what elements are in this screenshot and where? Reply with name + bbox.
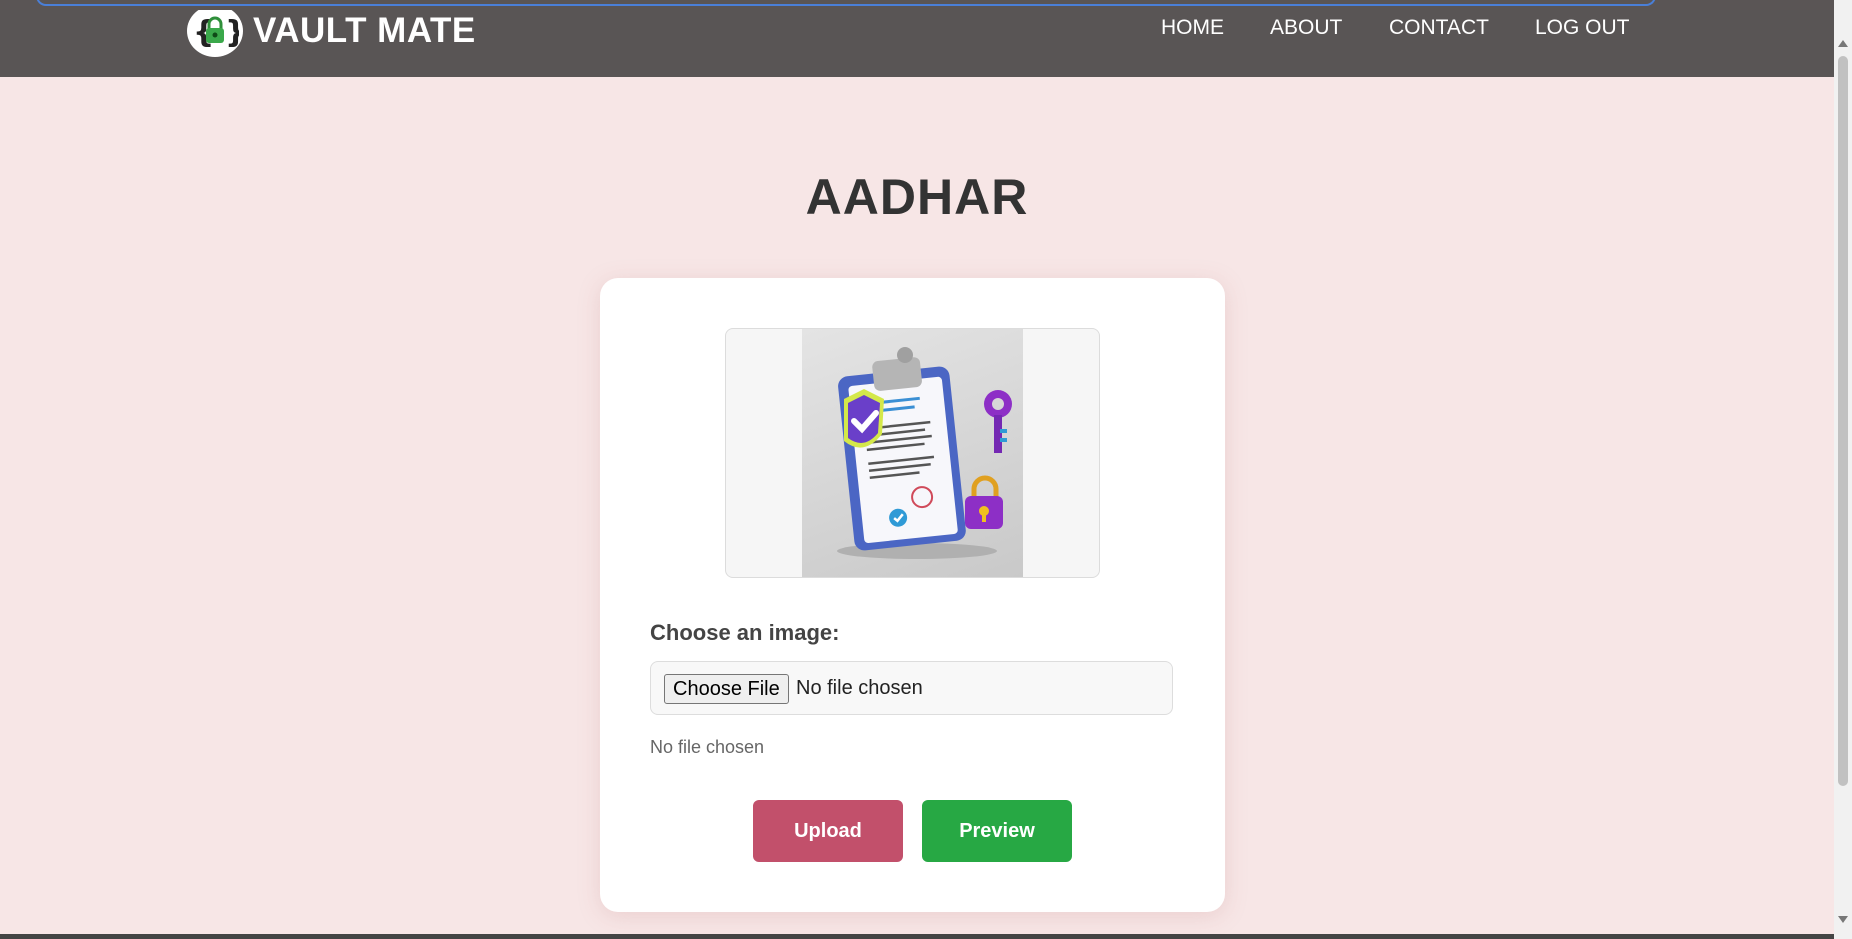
upload-card: Choose an image: Choose File No file cho…	[600, 278, 1225, 912]
image-preview-box	[725, 328, 1100, 578]
nav-logout-link[interactable]: LOG OUT	[1535, 16, 1630, 40]
nav-contact-link[interactable]: CONTACT	[1389, 16, 1489, 40]
nav-home-link[interactable]: HOME	[1161, 16, 1224, 40]
window-bottom-edge	[0, 934, 1834, 939]
scroll-down-arrow-icon[interactable]	[1838, 916, 1848, 923]
focus-ring	[36, 0, 1656, 6]
preview-button[interactable]: Preview	[922, 800, 1072, 862]
nav-about-link[interactable]: ABOUT	[1270, 16, 1342, 40]
vault-lock-logo-icon: { }	[187, 5, 243, 57]
svg-text:}: }	[225, 15, 239, 50]
brand-title: VAULT MATE	[253, 11, 476, 50]
choose-file-button[interactable]: Choose File	[664, 674, 789, 704]
brand[interactable]: { } VAULT MATE	[187, 5, 476, 57]
file-status-text: No file chosen	[650, 737, 765, 757]
scroll-up-arrow-icon[interactable]	[1838, 40, 1848, 47]
smart-contract-illustration	[802, 329, 1023, 577]
file-input-status: No file chosen	[796, 677, 923, 699]
vertical-scrollbar[interactable]	[1834, 0, 1852, 939]
page-title: AADHAR	[805, 169, 1029, 225]
navbar: { } VAULT MATE HOME ABOUT CONTACT LOG OU…	[0, 0, 1834, 77]
upload-button[interactable]: Upload	[753, 800, 903, 862]
scroll-thumb[interactable]	[1838, 56, 1848, 786]
file-input-field[interactable]: Choose File No file chosen	[650, 661, 1173, 715]
choose-image-label: Choose an image:	[650, 620, 840, 645]
